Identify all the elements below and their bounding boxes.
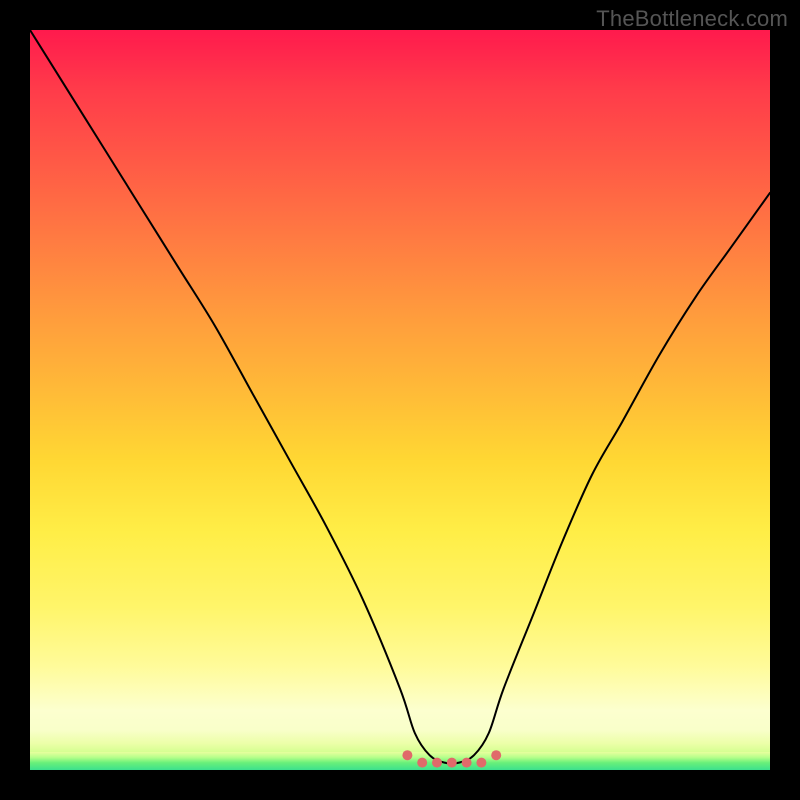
floor-marker-dot — [417, 758, 427, 768]
floor-marker-dot — [462, 758, 472, 768]
floor-marker-dot — [476, 758, 486, 768]
bottleneck-curve-path — [30, 30, 770, 764]
floor-marker-group — [402, 750, 501, 767]
watermark-text: TheBottleneck.com — [596, 6, 788, 32]
chart-svg — [30, 30, 770, 770]
plot-area — [30, 30, 770, 770]
floor-marker-dot — [447, 758, 457, 768]
floor-marker-dot — [491, 750, 501, 760]
floor-marker-dot — [402, 750, 412, 760]
chart-stage: TheBottleneck.com — [0, 0, 800, 800]
floor-marker-dot — [432, 758, 442, 768]
